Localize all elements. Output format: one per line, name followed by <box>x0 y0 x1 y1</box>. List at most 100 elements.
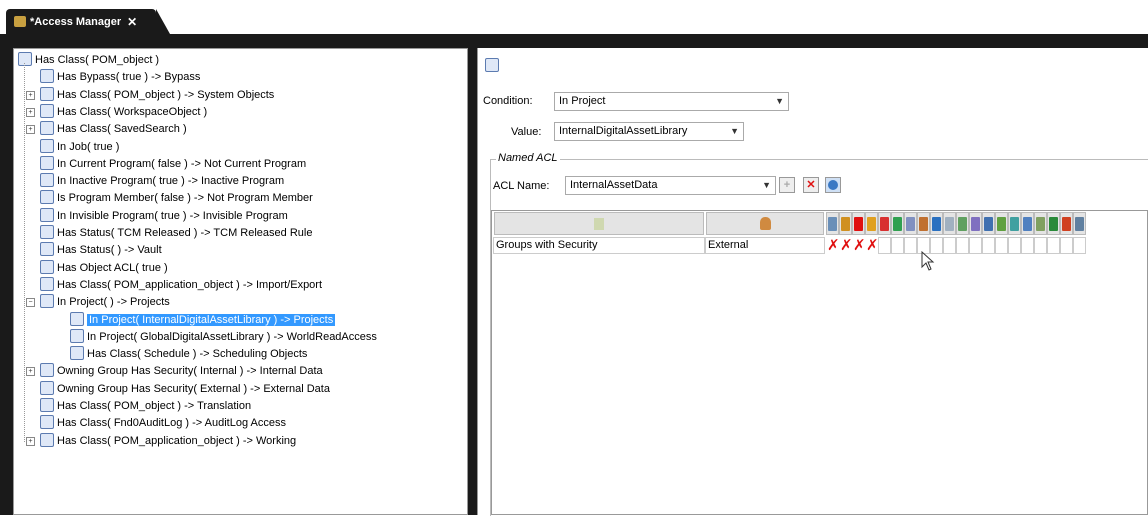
tree-item[interactable]: Is Program Member( false ) -> Not Progra… <box>40 190 313 207</box>
tree-item[interactable]: In Project( InternalDigitalAssetLibrary … <box>70 311 336 329</box>
privilege-icon <box>854 217 863 231</box>
privilege-icon <box>867 217 876 231</box>
accessor-type-cell[interactable]: Groups with Security <box>493 237 705 254</box>
deny-mark[interactable]: ✗ <box>866 236 879 254</box>
rule-tree[interactable]: Has Class( POM_object ) Has Bypass( true … <box>13 48 468 515</box>
tree-item[interactable]: In Invisible Program( true ) -> Invisibl… <box>40 207 288 225</box>
privilege-column-header[interactable] <box>839 212 852 235</box>
privilege-column-header[interactable] <box>1021 212 1034 235</box>
column-header-accessor-type[interactable] <box>494 212 704 235</box>
privilege-column-header[interactable] <box>1047 212 1060 235</box>
privilege-cell[interactable] <box>1060 237 1073 254</box>
expand-icon[interactable]: + <box>26 90 35 100</box>
rule-node-icon <box>40 398 54 413</box>
tree-item[interactable]: + Has Class( POM_object ) -> System Objec… <box>26 86 275 104</box>
tree-item[interactable]: In Job( true ) <box>40 138 120 156</box>
rule-node-icon <box>40 259 54 274</box>
rule-node-icon <box>40 190 54 205</box>
privilege-column-header[interactable] <box>904 212 917 235</box>
privilege-cell[interactable] <box>1073 237 1086 254</box>
privilege-cell[interactable] <box>969 237 982 254</box>
privilege-cell[interactable] <box>878 237 891 254</box>
deny-mark[interactable]: ✗ <box>827 236 840 254</box>
tree-item[interactable]: In Current Program( false ) -> Not Curre… <box>40 155 306 173</box>
expand-icon[interactable]: + <box>26 367 35 377</box>
deny-mark[interactable]: ✗ <box>840 236 853 254</box>
privilege-icon <box>932 217 941 231</box>
privilege-column-header[interactable] <box>878 212 891 235</box>
tree-item[interactable]: + Has Class( WorkspaceObject ) <box>26 103 207 121</box>
privilege-cell[interactable] <box>1047 237 1060 254</box>
privilege-column-header[interactable] <box>956 212 969 235</box>
acl-name-select[interactable]: InternalAssetData ▼ <box>565 176 776 195</box>
privilege-column-header[interactable] <box>982 212 995 235</box>
privilege-cell[interactable] <box>995 237 1008 254</box>
expand-icon[interactable]: + <box>26 125 35 135</box>
privilege-icon <box>880 217 889 231</box>
privilege-column-header[interactable] <box>930 212 943 235</box>
tree-item[interactable]: Has Bypass( true ) -> Bypass <box>40 69 200 86</box>
privilege-column-header[interactable] <box>1008 212 1021 235</box>
privilege-column-header[interactable] <box>826 212 839 235</box>
tree-item-label: Has Class( Fnd0AuditLog ) -> AuditLog Ac… <box>57 417 286 430</box>
acl-entries-table[interactable]: Groups with Security External ✗ ✗ ✗ ✗ <box>491 210 1148 515</box>
accessor-cell[interactable]: External <box>705 237 825 254</box>
delete-acl-button[interactable]: ✕ <box>803 177 819 193</box>
privilege-cell[interactable] <box>904 237 917 254</box>
expand-icon[interactable]: + <box>26 107 35 117</box>
privilege-cell[interactable] <box>956 237 969 254</box>
collapse-icon[interactable]: − <box>26 298 35 308</box>
privilege-column-header[interactable] <box>1073 212 1086 235</box>
expand-icon[interactable]: + <box>26 436 35 446</box>
privilege-column-header[interactable] <box>995 212 1008 235</box>
rule-node-icon <box>40 380 54 395</box>
delete-icon: ✕ <box>806 179 816 191</box>
tree-item[interactable]: − In Project( ) -> Projects <box>26 294 170 311</box>
privilege-column-header[interactable] <box>865 212 878 235</box>
tree-item[interactable]: + Has Class( POM_application_object ) -> … <box>26 432 296 450</box>
tree-item[interactable]: + Owning Group Has Security( Internal ) -… <box>26 363 323 380</box>
tree-item[interactable]: Has Status( ) -> Vault <box>40 242 162 259</box>
column-header-accessor[interactable] <box>706 212 824 235</box>
rule-node-icon <box>40 207 54 222</box>
deny-mark[interactable]: ✗ <box>853 236 866 254</box>
privilege-column-header[interactable] <box>852 212 865 235</box>
privilege-column-header[interactable] <box>917 212 930 235</box>
tree-item[interactable]: + Has Class( SavedSearch ) <box>26 121 187 138</box>
user-icon <box>759 217 771 230</box>
privilege-column-header[interactable] <box>1060 212 1073 235</box>
tree-item-label: In Job( true ) <box>57 140 120 153</box>
privilege-column-header[interactable] <box>969 212 982 235</box>
tree-item[interactable]: Has Class( POM_object ) -> Translation <box>40 398 251 415</box>
close-tab-icon[interactable]: ✕ <box>127 15 137 29</box>
tree-item-label: Has Class( POM_object ) <box>35 54 160 66</box>
tree-item-label: Has Class( POM_object ) -> Translation <box>57 400 252 412</box>
privilege-column-header[interactable] <box>943 212 956 235</box>
privilege-column-header[interactable] <box>1034 212 1047 235</box>
add-acl-button[interactable]: + <box>779 177 795 193</box>
mouse-cursor-icon <box>921 251 935 271</box>
privilege-cell[interactable] <box>982 237 995 254</box>
tree-item-label: Has Class( POM_object ) -> System Object… <box>57 88 275 101</box>
tree-item[interactable]: Has Class( Fnd0AuditLog ) -> AuditLog Ac… <box>40 415 286 432</box>
value-select[interactable]: InternalDigitalAssetLibrary ▼ <box>554 122 744 141</box>
tree-item[interactable]: Has Class( POM_object ) <box>18 52 159 69</box>
save-acl-button[interactable] <box>825 177 841 193</box>
tree-item[interactable]: Has Object ACL( true ) <box>40 259 168 277</box>
privilege-cell[interactable] <box>1034 237 1047 254</box>
privilege-icon <box>945 217 954 231</box>
tree-item[interactable]: Has Status( TCM Released ) -> TCM Releas… <box>40 225 312 242</box>
privilege-cell[interactable] <box>1021 237 1034 254</box>
named-acl-title: Named ACL <box>496 152 560 164</box>
tab-access-manager[interactable]: *Access Manager ✕ <box>6 9 170 34</box>
privilege-cell[interactable] <box>943 237 956 254</box>
tree-item[interactable]: Has Class( POM_application_object ) -> I… <box>40 276 322 294</box>
condition-select[interactable]: In Project ▼ <box>554 92 789 111</box>
tree-item[interactable]: Owning Group Has Security( External ) ->… <box>40 380 330 398</box>
privilege-cell[interactable] <box>1008 237 1021 254</box>
tree-item[interactable]: In Project( GlobalDigitalAssetLibrary ) … <box>70 328 377 346</box>
privilege-cell[interactable] <box>891 237 904 254</box>
privilege-column-header[interactable] <box>891 212 904 235</box>
tree-item[interactable]: Has Class( Schedule ) -> Scheduling Obje… <box>70 346 307 363</box>
tree-item[interactable]: In Inactive Program( true ) -> Inactive … <box>40 173 284 190</box>
